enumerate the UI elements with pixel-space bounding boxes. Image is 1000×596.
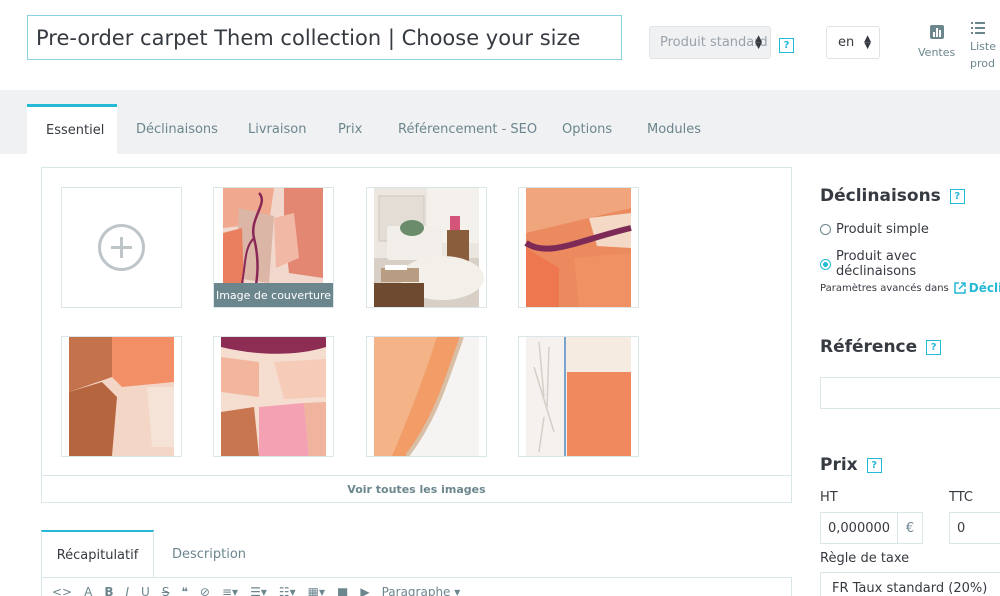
help-icon[interactable]: ?: [926, 339, 942, 355]
editor-toolbar: <> A B I U S ❝ ⊘ ≡▾ ☰▾ ☷▾ ▦▾ ■ ▶ Paragra…: [41, 577, 792, 596]
rug-fringe-image: [374, 337, 479, 456]
tab-seo[interactable]: Référencement - SEO: [398, 104, 537, 154]
image-icon[interactable]: ■: [337, 585, 348, 596]
tab-label: Essentiel: [46, 123, 105, 138]
add-circle-icon: [98, 224, 145, 271]
rug-image: [221, 337, 326, 456]
table-icon[interactable]: ▦▾: [308, 585, 325, 596]
reference-title: Référence: [820, 337, 918, 357]
list-icon: [971, 22, 985, 34]
tab-description[interactable]: Description: [172, 530, 246, 578]
add-image-dropzone[interactable]: [61, 187, 182, 308]
source-code-icon[interactable]: <>: [52, 585, 72, 596]
tab-modules[interactable]: Modules: [647, 104, 701, 154]
language-value: en: [838, 35, 855, 50]
strikethrough-icon[interactable]: S: [162, 585, 170, 596]
product-images-panel: Image de couverture Voir toutes les imag…: [41, 167, 792, 503]
tab-label: Livraison: [248, 121, 307, 137]
price-heading: Prix ?: [820, 455, 882, 475]
tab-label: Déclinaisons: [136, 121, 218, 137]
select-caret-icon: ▲ ▼: [864, 34, 871, 51]
tab-label: Modules: [647, 121, 702, 137]
product-image-thumbnail[interactable]: [518, 336, 639, 457]
radio-simple-product[interactable]: Produit simple: [820, 222, 929, 237]
tab-livraison[interactable]: Livraison: [248, 104, 306, 154]
price-ht-label: HT: [820, 490, 838, 505]
product-image-thumbnail[interactable]: [518, 187, 639, 308]
external-link-icon: [954, 282, 966, 294]
combinations-heading: Déclinaisons ?: [820, 186, 965, 206]
tab-prix[interactable]: Prix: [338, 104, 362, 154]
rug-image: [69, 337, 174, 456]
help-icon[interactable]: ?: [779, 38, 794, 53]
price-title: Prix: [820, 455, 858, 475]
bullet-list-icon[interactable]: ☰▾: [250, 585, 267, 596]
reference-input[interactable]: [820, 377, 1000, 409]
combinations-link-label: Déclin: [968, 281, 1000, 295]
product-image-thumbnail[interactable]: [366, 336, 487, 457]
select-caret-icon: ▲ ▼: [755, 34, 762, 51]
bold-icon[interactable]: B: [104, 585, 113, 596]
radio-label: Produit avec déclinaisons: [835, 249, 917, 279]
rug-edge-image: [526, 337, 631, 456]
tab-options[interactable]: Options: [562, 104, 612, 154]
tab-label: Options: [562, 121, 613, 137]
link-icon[interactable]: ⊘: [200, 585, 210, 596]
tab-summary[interactable]: Récapitulatif: [41, 530, 154, 578]
underline-icon[interactable]: U: [141, 585, 150, 596]
product-image-thumbnail[interactable]: [366, 187, 487, 308]
product-image-thumbnail[interactable]: Image de couverture: [213, 187, 334, 308]
currency-addon: €: [897, 512, 923, 544]
tab-label: Prix: [338, 121, 363, 137]
radio-product-with-combinations[interactable]: Produit avec déclinaisons: [820, 249, 1000, 279]
product-image-thumbnail[interactable]: [213, 336, 334, 457]
tab-declinaisons[interactable]: Déclinaisons: [136, 104, 218, 154]
radio-button[interactable]: [820, 258, 831, 270]
advanced-settings-note: Paramètres avancés dans Déclin: [820, 281, 1000, 295]
tax-rule-select[interactable]: FR Taux standard (20%): [820, 572, 1000, 596]
help-icon[interactable]: ?: [866, 457, 882, 473]
price-ttc-label: TTC: [949, 490, 973, 505]
rug-image: [524, 188, 632, 307]
advanced-settings-text: Paramètres avancés dans: [820, 282, 949, 294]
product-image-thumbnail[interactable]: [61, 336, 182, 457]
product-list-button[interactable]: Liste prod: [970, 20, 996, 72]
sales-button[interactable]: Ventes: [918, 24, 955, 59]
cover-image-badge: Image de couverture: [214, 283, 333, 307]
align-icon[interactable]: ≡▾: [222, 585, 238, 596]
bar-chart-icon: [929, 25, 944, 39]
radio-label: Produit simple: [836, 222, 929, 237]
reference-heading: Référence ?: [820, 337, 942, 357]
see-all-images-link[interactable]: Voir toutes les images: [42, 475, 791, 503]
tab-label: Récapitulatif: [56, 547, 139, 563]
media-icon[interactable]: ▶: [360, 585, 369, 596]
tax-rule-label: Règle de taxe: [820, 551, 910, 566]
room-scene-image: [374, 188, 484, 307]
product-name-input[interactable]: Pre-order carpet Them collection | Choos…: [27, 15, 622, 60]
price-ttc-input[interactable]: 0: [949, 512, 1000, 544]
tab-label: Description: [172, 546, 247, 562]
radio-button[interactable]: [820, 224, 831, 235]
numbered-list-icon[interactable]: ☷▾: [279, 585, 296, 596]
paragraph-select[interactable]: Paragraphe ▾: [382, 585, 461, 596]
paragraph-select-value: Paragraphe: [381, 585, 451, 596]
blockquote-icon[interactable]: ❝: [181, 585, 187, 596]
tab-essentiel[interactable]: Essentiel: [27, 104, 117, 154]
list-label-line2: prod: [970, 57, 995, 70]
combinations-tab-link[interactable]: Déclin: [954, 281, 1000, 295]
list-label-line1: Liste: [970, 40, 996, 53]
language-select[interactable]: en ▲ ▼: [826, 26, 880, 59]
price-ht-input[interactable]: 0,000000: [820, 512, 898, 544]
product-header: Pre-order carpet Them collection | Choos…: [0, 0, 1000, 90]
tab-label: Référencement - SEO: [398, 121, 538, 137]
product-type-select[interactable]: Produit standard ▲ ▼: [649, 26, 771, 59]
sales-label: Ventes: [918, 46, 956, 59]
font-color-icon[interactable]: A: [84, 585, 92, 596]
product-type-value: Produit standard: [660, 35, 768, 50]
combinations-title: Déclinaisons: [820, 186, 941, 206]
help-icon[interactable]: ?: [949, 188, 965, 204]
italic-icon[interactable]: I: [125, 585, 129, 596]
